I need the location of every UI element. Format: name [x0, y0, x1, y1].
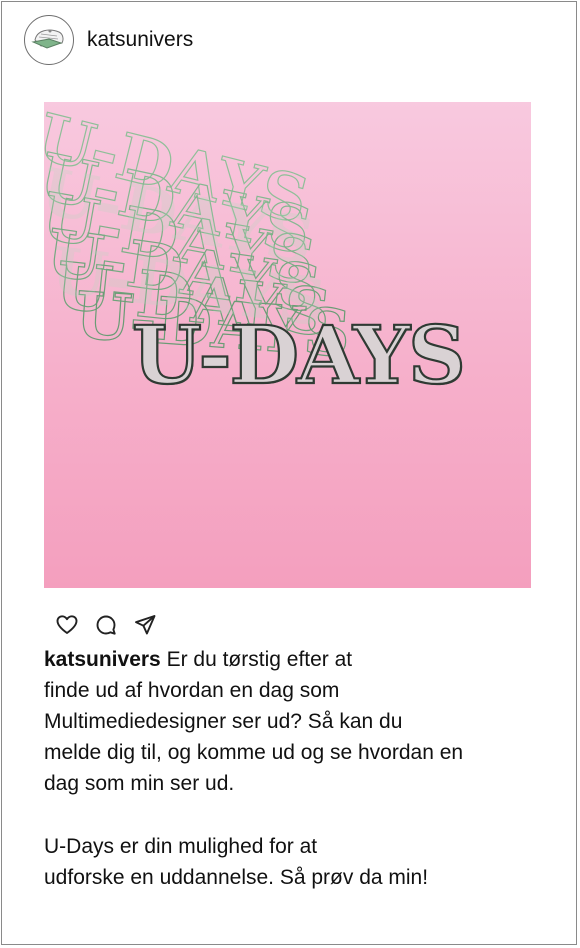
post-image-title: U-DAYS — [131, 307, 467, 403]
caption-line-1: katsunivers Er du tørstig efter at — [44, 644, 544, 675]
comment-icon — [96, 615, 116, 635]
comment-button[interactable] — [93, 612, 119, 638]
caption-line-2: finde ud af hvordan en dag som — [44, 679, 340, 702]
caption-line-5: dag som min ser ud. — [44, 772, 235, 795]
send-icon — [135, 615, 156, 635]
caption-line-6: U-Days er din mulighed for at — [44, 835, 318, 858]
like-button[interactable] — [54, 612, 80, 638]
caption-line-7: udforske en uddannelse. Så prøv da min! — [44, 866, 429, 889]
caption-username[interactable]: katsunivers — [44, 648, 161, 671]
cap-icon — [31, 29, 64, 49]
avatar[interactable] — [24, 15, 74, 65]
caption-text-1: Er du tørstig efter at — [160, 648, 353, 671]
post-actions — [54, 612, 158, 638]
share-button[interactable] — [132, 612, 158, 638]
post-username[interactable]: katsunivers — [87, 28, 193, 52]
post-header: katsunivers — [24, 12, 193, 68]
post-image[interactable]: U-DAYS U-DAYS U-DAYS U-DAYS U-DAYS U-DAY… — [44, 102, 531, 588]
post-card: katsunivers U-DAYS U-DAYS U-DAYS U-DAYS … — [1, 1, 577, 945]
post-caption: katsunivers Er du tørstig efter at finde… — [44, 644, 544, 893]
caption-line-4: melde dig til, og komme ud og se hvordan… — [44, 741, 464, 764]
caption-line-3: Multimediedesigner ser ud? Så kan du — [44, 710, 403, 733]
heart-icon — [56, 615, 78, 634]
